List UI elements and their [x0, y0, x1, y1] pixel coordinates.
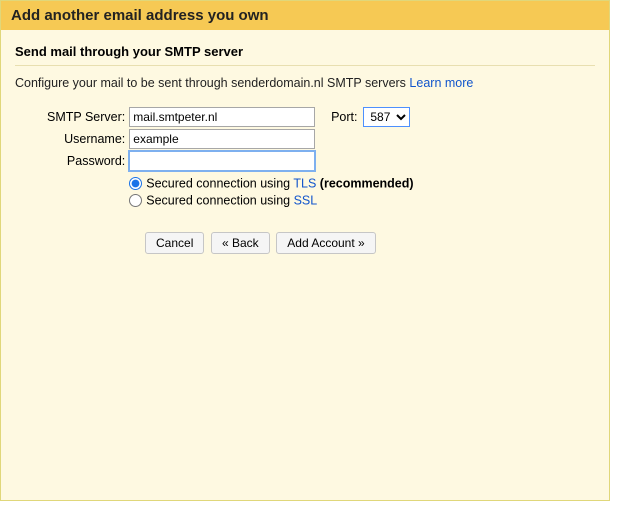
learn-more-link[interactable]: Learn more — [409, 76, 473, 90]
tls-link[interactable]: TLS — [293, 177, 316, 191]
ssl-label: Secured connection using SSL — [146, 193, 317, 207]
description: Configure your mail to be sent through s… — [15, 76, 595, 90]
smtp-server-input[interactable] — [129, 107, 315, 127]
password-label: Password: — [45, 150, 127, 172]
password-input[interactable] — [129, 151, 315, 171]
smtp-form: SMTP Server: Port: 587 Username: Passw — [45, 106, 416, 208]
button-row: Cancel « Back Add Account » — [145, 232, 595, 254]
tls-radio-row[interactable]: Secured connection using TLS (recommende… — [129, 176, 413, 190]
port-select[interactable]: 587 — [363, 107, 410, 127]
smtp-server-label: SMTP Server: — [45, 106, 127, 128]
ssl-radio-row[interactable]: Secured connection using SSL — [129, 193, 317, 207]
dialog-header: Add another email address you own — [1, 1, 609, 30]
description-text: Configure your mail to be sent through s… — [15, 76, 409, 90]
cancel-button[interactable]: Cancel — [145, 232, 204, 254]
ssl-link[interactable]: SSL — [294, 193, 318, 207]
ssl-radio[interactable] — [129, 194, 142, 207]
subheader: Send mail through your SMTP server — [15, 40, 595, 66]
tls-radio[interactable] — [129, 177, 142, 190]
back-button[interactable]: « Back — [211, 232, 270, 254]
dialog: Add another email address you own Send m… — [0, 0, 610, 501]
username-label: Username: — [45, 128, 127, 150]
add-account-button[interactable]: Add Account » — [276, 232, 375, 254]
tls-label: Secured connection using TLS (recommende… — [146, 177, 413, 191]
username-input[interactable] — [129, 129, 315, 149]
dialog-title: Add another email address you own — [11, 7, 269, 24]
dialog-content: Send mail through your SMTP server Confi… — [1, 30, 609, 500]
port-label: Port: — [329, 106, 361, 128]
